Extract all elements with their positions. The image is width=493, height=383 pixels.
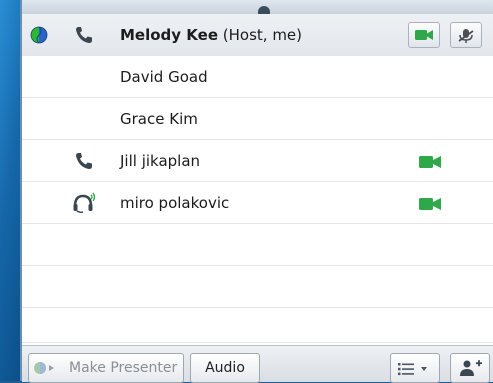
make-presenter-label: Make Presenter [69, 360, 178, 376]
empty-row [22, 308, 493, 343]
host-mute-button[interactable] [450, 22, 482, 48]
add-participant-button[interactable] [450, 353, 490, 383]
phone-icon [76, 27, 92, 43]
make-presenter-button[interactable]: Make Presenter [28, 353, 184, 383]
video-camera-icon [419, 156, 441, 168]
video-camera-icon [419, 198, 441, 210]
participant-name: miro polakovic [120, 194, 230, 212]
host-role: (Host, me) [222, 26, 303, 44]
participant-list: Melody Kee (Host, me) David Goad Grace K… [22, 14, 493, 343]
list-view-icon [398, 363, 427, 376]
globe-status-icon [30, 26, 48, 44]
participant-name: Jill jikaplan [120, 152, 201, 170]
host-name: Melody Kee [120, 26, 218, 44]
bottom-toolbar: Make Presenter Audio [22, 345, 493, 383]
phone-icon [76, 153, 92, 169]
participant-row[interactable]: Grace Kim [22, 98, 493, 140]
audio-label: Audio [205, 360, 245, 376]
participant-row[interactable]: David Goad [22, 56, 493, 98]
participant-name: Melody Kee (Host, me) [120, 14, 302, 56]
mute-microphone-icon [458, 29, 474, 43]
add-participant-icon [460, 360, 482, 376]
panel-top-strip [22, 0, 493, 14]
participant-name: Grace Kim [120, 110, 198, 128]
list-view-dropdown[interactable] [390, 353, 440, 383]
collapse-handle[interactable] [258, 6, 270, 14]
video-camera-icon [415, 30, 433, 40]
participant-row[interactable]: miro polakovic [22, 182, 493, 224]
participant-name: David Goad [120, 68, 208, 86]
host-video-button[interactable] [408, 22, 440, 48]
participant-row-host[interactable]: Melody Kee (Host, me) [22, 14, 493, 56]
empty-row [22, 224, 493, 266]
headset-speaking-icon [73, 192, 96, 214]
audio-button[interactable]: Audio [190, 353, 260, 383]
participants-panel: Melody Kee (Host, me) David Goad Grace K… [20, 0, 493, 383]
make-presenter-icon [34, 362, 54, 374]
empty-row [22, 266, 493, 308]
participant-row[interactable]: Jill jikaplan [22, 140, 493, 182]
